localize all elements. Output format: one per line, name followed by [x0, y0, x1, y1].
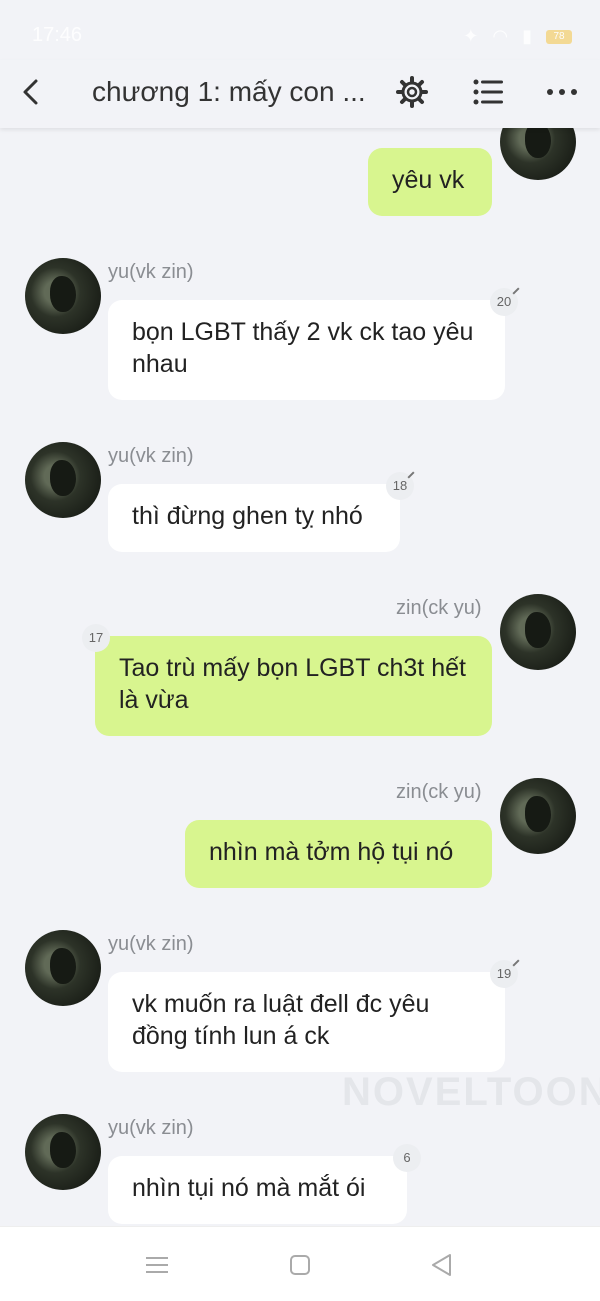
status-time: 17:46: [32, 24, 83, 46]
sender-name: zin(ck yu): [396, 597, 482, 619]
sender-name: yu(vk zin): [108, 445, 194, 467]
avatar[interactable]: [25, 258, 101, 334]
gear-icon[interactable]: [394, 74, 430, 110]
message-bubble[interactable]: Tao trù mấy bọn LGBT ch3t hết là vừa: [95, 636, 492, 736]
home-square-icon[interactable]: [286, 1251, 314, 1279]
avatar[interactable]: [500, 594, 576, 670]
battery-icon: 78: [546, 29, 572, 44]
avatar[interactable]: [25, 1114, 101, 1190]
comment-count-badge[interactable]: 6: [393, 1144, 421, 1172]
message-bubble[interactable]: bọn LGBT thấy 2 vk ck tao yêu nhau: [108, 300, 505, 400]
list-icon[interactable]: [470, 74, 506, 110]
message-bubble[interactable]: vk muốn ra luật đell đc yêu đồng tính lu…: [108, 972, 505, 1072]
signal-icon: ▮: [522, 26, 532, 46]
avatar[interactable]: [25, 930, 101, 1006]
sender-name: yu(vk zin): [108, 261, 194, 283]
chat-area[interactable]: yêu vk yu(vk zin) bọn LGBT thấy 2 vk ck …: [0, 128, 600, 1226]
avatar[interactable]: [25, 442, 101, 518]
system-nav-bar: [0, 1226, 600, 1301]
wifi-icon: ◠: [492, 26, 509, 46]
avatar[interactable]: [500, 128, 576, 180]
edit-mark: [512, 287, 520, 295]
back-triangle-icon[interactable]: [428, 1251, 456, 1279]
sender-name: yu(vk zin): [108, 933, 194, 955]
sender-name: zin(ck yu): [396, 781, 482, 803]
back-icon[interactable]: [16, 76, 48, 108]
sender-name: yu(vk zin): [108, 1117, 194, 1139]
menu-icon[interactable]: [143, 1251, 171, 1279]
noveltoon-watermark: NOVELTOON: [342, 1070, 600, 1114]
chapter-title: chương 1: mấy con ...: [92, 76, 366, 107]
message-bubble[interactable]: thì đừng ghen tỵ nhó: [108, 484, 400, 552]
avatar[interactable]: [500, 778, 576, 854]
message-bubble[interactable]: nhìn mà tởm hộ tụi nó: [185, 820, 492, 888]
status-icons: ✦ ◠ ▮ 78: [463, 26, 572, 47]
message-bubble[interactable]: nhìn tụi nó mà mắt ói: [108, 1156, 407, 1224]
edit-mark: [512, 959, 520, 967]
message-bubble[interactable]: yêu vk: [368, 148, 492, 216]
more-icon[interactable]: [544, 74, 580, 110]
gps-icon: ✦: [463, 26, 479, 46]
comment-count-badge[interactable]: 17: [82, 624, 110, 652]
chapter-header: chương 1: mấy con ...: [0, 60, 600, 128]
